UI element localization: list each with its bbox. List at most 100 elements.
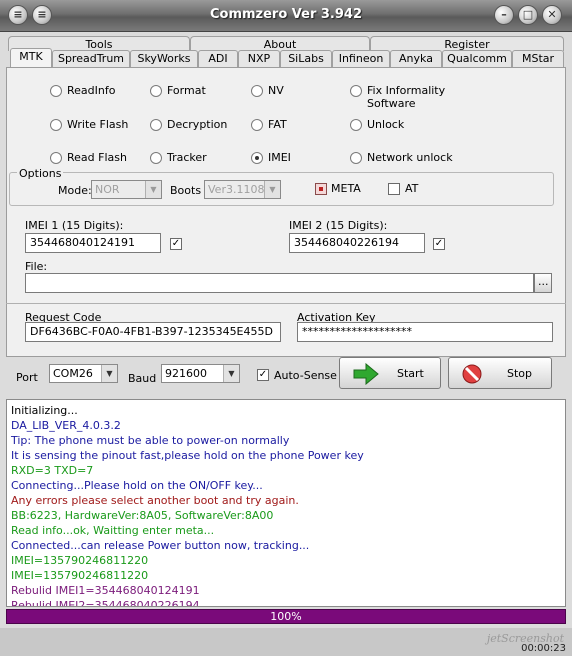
- radio-indicator: [50, 119, 62, 131]
- baud-value: 921600: [165, 367, 207, 380]
- radio-label: Read Flash: [67, 151, 127, 164]
- meta-checkbox[interactable]: [315, 183, 327, 195]
- radio-readinfo[interactable]: ReadInfo: [50, 84, 115, 97]
- radio-network-unlock[interactable]: Network unlock: [350, 151, 453, 164]
- tab-spreadtrum[interactable]: SpreadTrum: [52, 50, 130, 67]
- tab-skyworks[interactable]: SkyWorks: [130, 50, 198, 67]
- request-code-input[interactable]: DF6436BC-F0A0-4FB1-B397-1235345E455D: [25, 322, 281, 342]
- radio-fat[interactable]: FAT: [251, 118, 287, 131]
- boots-value: Ver3.1108: [208, 183, 265, 196]
- radio-label: ReadInfo: [67, 84, 116, 97]
- watermark-logo: jetScreenshot: [486, 632, 564, 645]
- log-line: Rebulid IMEI2=354468040226194: [11, 599, 200, 607]
- mode-value: NOR: [95, 183, 120, 196]
- log-line: It is sensing the pinout fast,please hol…: [11, 449, 364, 462]
- log-line: IMEI=135790246811220: [11, 569, 149, 582]
- tab-adi[interactable]: ADI: [198, 50, 238, 67]
- port-label: Port: [16, 371, 38, 384]
- tab-nxp[interactable]: NXP: [238, 50, 280, 67]
- file-input[interactable]: [25, 273, 534, 293]
- progress-label: 100%: [270, 610, 302, 623]
- minimize-icon[interactable]: –: [494, 5, 514, 25]
- radio-label: Format: [167, 84, 206, 97]
- app-window: ≡ ≡ Commzero Ver 3.942 – □ ✕ Tools About…: [0, 0, 572, 656]
- maximize-icon[interactable]: □: [518, 5, 538, 25]
- log-line: Connected...can release Power button now…: [11, 539, 310, 552]
- close-icon[interactable]: ✕: [542, 5, 562, 25]
- radio-unlock[interactable]: Unlock: [350, 118, 404, 131]
- radio-indicator: [150, 152, 162, 164]
- stop-button[interactable]: Stop: [448, 357, 552, 389]
- progress-bar: 100%: [6, 609, 566, 624]
- log-line: Any errors please select another boot an…: [11, 494, 299, 507]
- tab-anyka[interactable]: Anyka: [390, 50, 442, 67]
- radio-imei[interactable]: IMEI: [251, 151, 291, 164]
- tab-register[interactable]: Register: [370, 36, 564, 51]
- radio-label: NV: [268, 84, 284, 97]
- radio-format[interactable]: Format: [150, 84, 206, 97]
- at-checkbox[interactable]: [388, 183, 400, 195]
- imei2-input[interactable]: 354468040226194: [289, 233, 425, 253]
- auto-sense-checkbox[interactable]: ✓: [257, 369, 269, 381]
- tab-about[interactable]: About: [190, 36, 370, 51]
- log-line: DA_LIB_VER_4.0.3.2: [11, 419, 121, 432]
- radio-indicator-selected: [251, 152, 263, 164]
- radio-fix-informality-software[interactable]: Fix Informality Software: [350, 84, 447, 110]
- boots-select[interactable]: Ver3.1108 ▼: [204, 180, 281, 199]
- imei1-input[interactable]: 354468040124191: [25, 233, 161, 253]
- radio-tracker[interactable]: Tracker: [150, 151, 207, 164]
- title-bar[interactable]: ≡ ≡ Commzero Ver 3.942 – □ ✕: [0, 0, 572, 32]
- imei2-checkbox[interactable]: ✓: [433, 238, 445, 250]
- tab-mtk[interactable]: MTK: [10, 48, 52, 68]
- chevron-down-icon: ▼: [264, 181, 280, 198]
- log-line: RXD=3 TXD=7: [11, 464, 94, 477]
- chevron-down-icon: ▼: [145, 181, 161, 198]
- log-line: Tip: The phone must be able to power-on …: [11, 434, 290, 447]
- radio-indicator: [251, 85, 263, 97]
- radio-indicator: [350, 85, 362, 97]
- chevron-down-icon: ▼: [223, 365, 239, 382]
- imei1-checkbox[interactable]: ✓: [170, 238, 182, 250]
- log-line: Initializing...: [11, 404, 78, 417]
- mode-select[interactable]: NOR ▼: [91, 180, 162, 199]
- tab-silabs[interactable]: SiLabs: [280, 50, 332, 67]
- radio-label: FAT: [268, 118, 287, 131]
- radio-indicator: [251, 119, 263, 131]
- radio-nv[interactable]: NV: [251, 84, 284, 97]
- mode-label: Mode:: [58, 184, 92, 197]
- radio-label: IMEI: [268, 151, 291, 164]
- log-output[interactable]: Initializing... DA_LIB_VER_4.0.3.2 Tip: …: [6, 399, 566, 607]
- options-legend: Options: [17, 167, 64, 180]
- boots-label: Boots: [170, 184, 202, 197]
- port-select[interactable]: COM26 ▼: [49, 364, 118, 383]
- imei2-label: IMEI 2 (15 Digits):: [289, 219, 388, 232]
- radio-indicator: [150, 119, 162, 131]
- meta-label: META: [331, 182, 361, 195]
- auto-sense-label: Auto-Sense: [274, 369, 337, 382]
- radio-decryption[interactable]: Decryption: [150, 118, 227, 131]
- radio-label: Write Flash: [67, 118, 129, 131]
- tab-mstar[interactable]: MStar: [512, 50, 564, 67]
- log-line: Rebulid IMEI1=354468040124191: [11, 584, 200, 597]
- imei1-label: IMEI 1 (15 Digits):: [25, 219, 124, 232]
- activation-key-input[interactable]: ********************: [297, 322, 553, 342]
- tab-infineon[interactable]: Infineon: [332, 50, 390, 67]
- radio-label: Decryption: [167, 118, 228, 131]
- browse-button[interactable]: ...: [534, 273, 552, 293]
- start-button[interactable]: Start: [339, 357, 441, 389]
- log-line: Read info...ok, Waitting enter meta...: [11, 524, 215, 537]
- baud-select[interactable]: 921600 ▼: [161, 364, 240, 383]
- log-line: Connecting...Please hold on the ON/OFF k…: [11, 479, 263, 492]
- baud-label: Baud: [128, 372, 157, 385]
- radio-write-flash[interactable]: Write Flash: [50, 118, 128, 131]
- tab-qualcomm[interactable]: Qualcomm: [442, 50, 512, 67]
- radio-read-flash[interactable]: Read Flash: [50, 151, 127, 164]
- radio-label: Network unlock: [367, 151, 453, 164]
- stop-icon: [461, 363, 483, 388]
- radio-label: Fix Informality Software: [367, 84, 446, 110]
- radio-indicator: [350, 119, 362, 131]
- radio-indicator: [350, 152, 362, 164]
- log-line: BB:6223, HardwareVer:8A05, SoftwareVer:8…: [11, 509, 274, 522]
- window-title: Commzero Ver 3.942: [209, 7, 363, 22]
- radio-label: Unlock: [367, 118, 405, 131]
